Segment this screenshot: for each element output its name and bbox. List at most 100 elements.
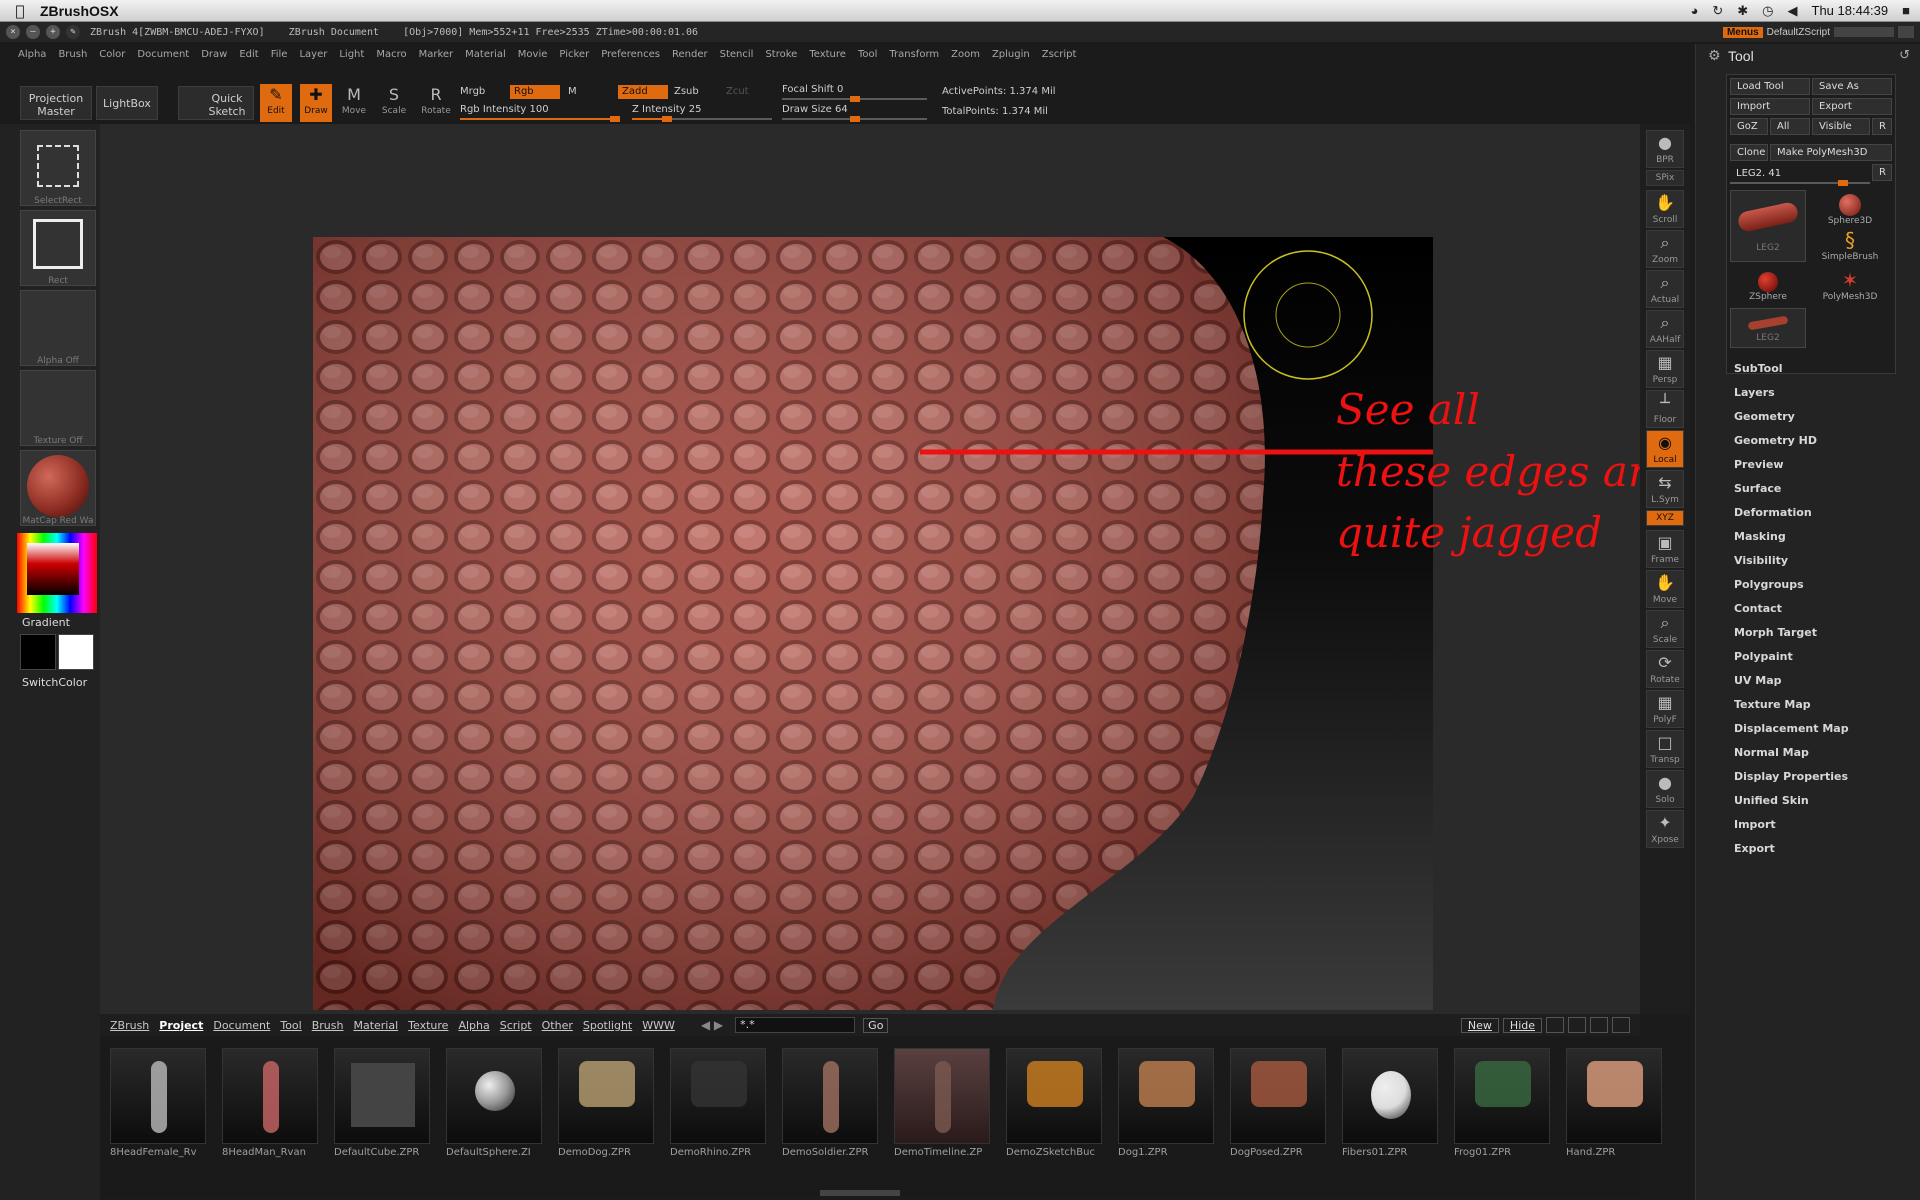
palette-reset-icon[interactable]: ↺ (1899, 48, 1910, 63)
minimize-icon[interactable]: – (26, 25, 40, 39)
menu-light[interactable]: Light (339, 49, 364, 60)
view-button-solo[interactable]: ● Solo (1646, 770, 1684, 808)
tool-section-morph-target[interactable]: Morph Target (1734, 626, 1817, 639)
menu-color[interactable]: Color (99, 49, 125, 60)
menu-brush[interactable]: Brush (58, 49, 87, 60)
move-button[interactable]: M Move (338, 84, 370, 122)
lightbox-tab-alpha[interactable]: Alpha (458, 1019, 489, 1032)
tool-section-deformation[interactable]: Deformation (1734, 506, 1812, 519)
clock-icon[interactable]: ◷ (1762, 3, 1773, 19)
tool-section-texture-map[interactable]: Texture Map (1734, 698, 1811, 711)
hide-icon[interactable] (1898, 26, 1914, 38)
app-name[interactable]: ZBrushOSX (40, 3, 119, 19)
menu-zplugin[interactable]: Zplugin (992, 49, 1030, 60)
lightbox-tab-texture[interactable]: Texture (408, 1019, 448, 1032)
material-slot[interactable] (20, 450, 96, 526)
load-tool-button[interactable]: Load Tool (1730, 78, 1810, 95)
rgb-button[interactable]: Rgb (510, 85, 560, 99)
menu-movie[interactable]: Movie (518, 49, 548, 60)
menu-render[interactable]: Render (672, 49, 708, 60)
tool-section-layers[interactable]: Layers (1734, 386, 1775, 399)
tool-slider-r-button[interactable]: R (1872, 164, 1892, 181)
lightbox-view-small-icon[interactable] (1546, 1017, 1564, 1033)
lightbox-item[interactable]: DemoSoldier.ZPR (782, 1048, 882, 1160)
tool-section-unified-skin[interactable]: Unified Skin (1734, 794, 1809, 807)
menu-edit[interactable]: Edit (239, 49, 258, 60)
import-button[interactable]: Import (1730, 98, 1810, 115)
tool-section-polygroups[interactable]: Polygroups (1734, 578, 1804, 591)
save-as-button[interactable]: Save As (1812, 78, 1892, 95)
tool-thumb-polymesh3d[interactable]: ✶ PolyMesh3D (1812, 268, 1888, 328)
tool-slider[interactable] (1730, 180, 1870, 186)
lightbox-item[interactable]: DefaultSphere.ZI (446, 1048, 546, 1160)
edit-button[interactable]: ✎ Edit (260, 84, 292, 122)
menu-alpha[interactable]: Alpha (18, 49, 46, 60)
tool-section-export[interactable]: Export (1734, 842, 1775, 855)
view-button-bpr[interactable]: ● BPR (1646, 130, 1684, 168)
lightbox-view-detail-icon[interactable] (1612, 1017, 1630, 1033)
lightbox-tab-project[interactable]: Project (159, 1019, 203, 1032)
lightbox-tab-spotlight[interactable]: Spotlight (583, 1019, 632, 1032)
tool-section-normal-map[interactable]: Normal Map (1734, 746, 1809, 759)
menu-zoom[interactable]: Zoom (951, 49, 980, 60)
goz-all-button[interactable]: All (1770, 118, 1810, 135)
lightbox-tab-www[interactable]: WWW (642, 1019, 675, 1032)
z-intensity-slider[interactable] (632, 116, 772, 122)
tool-section-contact[interactable]: Contact (1734, 602, 1782, 615)
view-button-local[interactable]: ◉ Local (1646, 430, 1684, 468)
wifi-icon[interactable]: ◕ (1691, 3, 1699, 18)
menu-stencil[interactable]: Stencil (720, 49, 754, 60)
tool-section-display-properties[interactable]: Display Properties (1734, 770, 1848, 783)
view-button-rotate[interactable]: ⟳ Rotate (1646, 650, 1684, 688)
lightbox-item[interactable]: Frog01.ZPR (1454, 1048, 1554, 1160)
lightbox-item[interactable]: Dog1.ZPR (1118, 1048, 1218, 1160)
ztool-icon[interactable]: ✎ (66, 25, 80, 39)
default-zscript[interactable]: DefaultZScript (1767, 27, 1830, 38)
tool-section-surface[interactable]: Surface (1734, 482, 1781, 495)
menu-file[interactable]: File (271, 49, 288, 60)
view-button-xyz[interactable]: XYZ (1646, 510, 1684, 526)
view-button-scale[interactable]: ⌕ Scale (1646, 610, 1684, 648)
lightbox-tab-document[interactable]: Document (213, 1019, 270, 1032)
tool-section-import[interactable]: Import (1734, 818, 1776, 831)
menu-material[interactable]: Material (465, 49, 506, 60)
rect-stroke-button[interactable] (20, 210, 96, 286)
tool-section-geometry[interactable]: Geometry (1734, 410, 1795, 423)
menu-picker[interactable]: Picker (559, 49, 589, 60)
lightbox-item[interactable]: Hand.ZPR (1566, 1048, 1666, 1160)
mrgb-button[interactable]: Mrgb (460, 86, 485, 97)
tool-section-visibility[interactable]: Visibility (1734, 554, 1788, 567)
lightbox-hide-button[interactable]: Hide (1502, 1017, 1542, 1033)
menu-texture[interactable]: Texture (809, 49, 846, 60)
menus-toggle[interactable]: Menus (1722, 26, 1763, 38)
lightbox-item[interactable]: DemoRhino.ZPR (670, 1048, 770, 1160)
lightbox-item[interactable]: DemoDog.ZPR (558, 1048, 658, 1160)
tool-section-displacement-map[interactable]: Displacement Map (1734, 722, 1849, 735)
apple-icon[interactable]:  (0, 2, 40, 20)
lightbox-item[interactable]: Fibers01.ZPR (1342, 1048, 1442, 1160)
zsub-button[interactable]: Zsub (674, 86, 699, 97)
lightbox-tab-script[interactable]: Script (500, 1019, 532, 1032)
rgb-intensity-slider[interactable] (460, 116, 620, 122)
lightbox-item[interactable]: DemoZSketchBuc (1006, 1048, 1106, 1160)
lightbox-tab-material[interactable]: Material (353, 1019, 398, 1032)
lightbox-new-button[interactable]: New (1460, 1017, 1499, 1033)
menu-layer[interactable]: Layer (299, 49, 327, 60)
lightbox-tab-other[interactable]: Other (542, 1019, 573, 1032)
zadd-button[interactable]: Zadd (618, 85, 668, 99)
lightbox-button[interactable]: LightBox (96, 86, 158, 120)
tool-palette-title[interactable]: Tool (1728, 48, 1754, 64)
tool-section-preview[interactable]: Preview (1734, 458, 1784, 471)
draw-size-slider[interactable] (782, 116, 927, 122)
view-button-actual[interactable]: ⌕ Actual (1646, 270, 1684, 308)
view-button-floor[interactable]: ┴ Floor (1646, 390, 1684, 428)
lock-icon[interactable]: ■ (1902, 3, 1910, 18)
menu-tool[interactable]: Tool (858, 49, 877, 60)
draw-button[interactable]: ✚ Draw (300, 84, 332, 122)
bluetooth-icon[interactable]: ✱ (1737, 3, 1748, 19)
clock[interactable]: Thu 18:44:39 (1812, 3, 1889, 18)
goz-button[interactable]: GoZ (1730, 118, 1768, 135)
lightbox-tab-brush[interactable]: Brush (312, 1019, 344, 1032)
menu-transform[interactable]: Transform (889, 49, 939, 60)
view-button-frame[interactable]: ▣ Frame (1646, 530, 1684, 568)
